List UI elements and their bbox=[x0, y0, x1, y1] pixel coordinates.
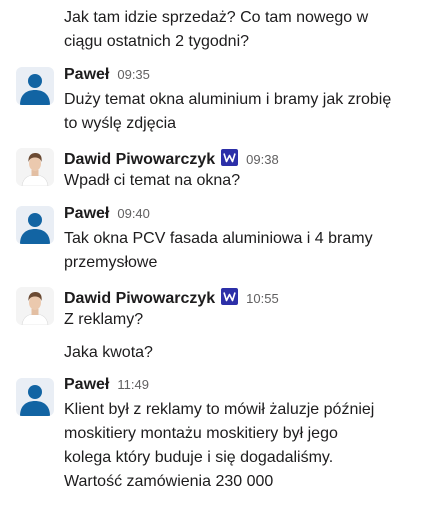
author-name[interactable]: Dawid Piwowarczyk bbox=[64, 290, 215, 308]
author-name[interactable]: Paweł bbox=[64, 376, 109, 394]
message-text-line: Tak okna PCV fasada aluminiowa i 4 bramy bbox=[64, 230, 373, 247]
avatar[interactable] bbox=[16, 378, 54, 416]
message-text-line: Duży temat okna aluminium i bramy jak zr… bbox=[64, 91, 392, 108]
message-text-line: Wpadł ci temat na okna? bbox=[64, 172, 241, 189]
user-photo-icon bbox=[16, 287, 54, 325]
message-header: Paweł 09:40 bbox=[64, 205, 150, 225]
verified-badge-icon bbox=[221, 149, 239, 166]
avatar[interactable] bbox=[16, 206, 54, 244]
message-header: Paweł 11:49 bbox=[64, 376, 149, 396]
message-text-line: ciągu ostatnich 2 tygodni? bbox=[64, 33, 250, 50]
author-name[interactable]: Paweł bbox=[64, 66, 109, 84]
avatar[interactable] bbox=[16, 287, 54, 325]
message-text-line: Jak tam idzie sprzedaż? Co tam nowego w bbox=[64, 9, 369, 26]
author-name[interactable]: Dawid Piwowarczyk bbox=[64, 151, 215, 169]
default-person-icon bbox=[20, 74, 50, 105]
message-text-line: Klient był z reklamy to mówił żaluzje pó… bbox=[64, 401, 375, 418]
user-photo-icon bbox=[16, 148, 54, 186]
timestamp[interactable]: 09:35 bbox=[117, 67, 150, 82]
message-header: Dawid Piwowarczyk 10:55 bbox=[64, 286, 279, 308]
timestamp[interactable]: 11:49 bbox=[117, 377, 149, 392]
message-text-line: przemysłowe bbox=[64, 254, 158, 271]
message-header: Paweł 09:35 bbox=[64, 66, 150, 86]
message-text-line: to wyślę zdjęcia bbox=[64, 115, 177, 132]
message-text-line: Jaka kwota? bbox=[64, 344, 153, 361]
message-text-line: Z reklamy? bbox=[64, 311, 144, 328]
message-text-line: kolega który buduje i się dogadaliśmy. bbox=[64, 449, 334, 466]
message-text-line: moskitiery montażu moskitiery był jego bbox=[64, 425, 338, 442]
timestamp[interactable]: 09:40 bbox=[117, 206, 150, 221]
message-header: Dawid Piwowarczyk 09:38 bbox=[64, 147, 279, 169]
default-person-icon bbox=[20, 385, 50, 416]
message-text-line: Wartość zamówienia 230 000 bbox=[64, 473, 274, 490]
author-name[interactable]: Paweł bbox=[64, 205, 109, 223]
timestamp[interactable]: 09:38 bbox=[246, 152, 279, 167]
avatar[interactable] bbox=[16, 67, 54, 105]
timestamp[interactable]: 10:55 bbox=[246, 291, 279, 306]
default-person-icon bbox=[20, 213, 50, 244]
verified-badge-icon bbox=[221, 288, 239, 305]
avatar[interactable] bbox=[16, 148, 54, 186]
